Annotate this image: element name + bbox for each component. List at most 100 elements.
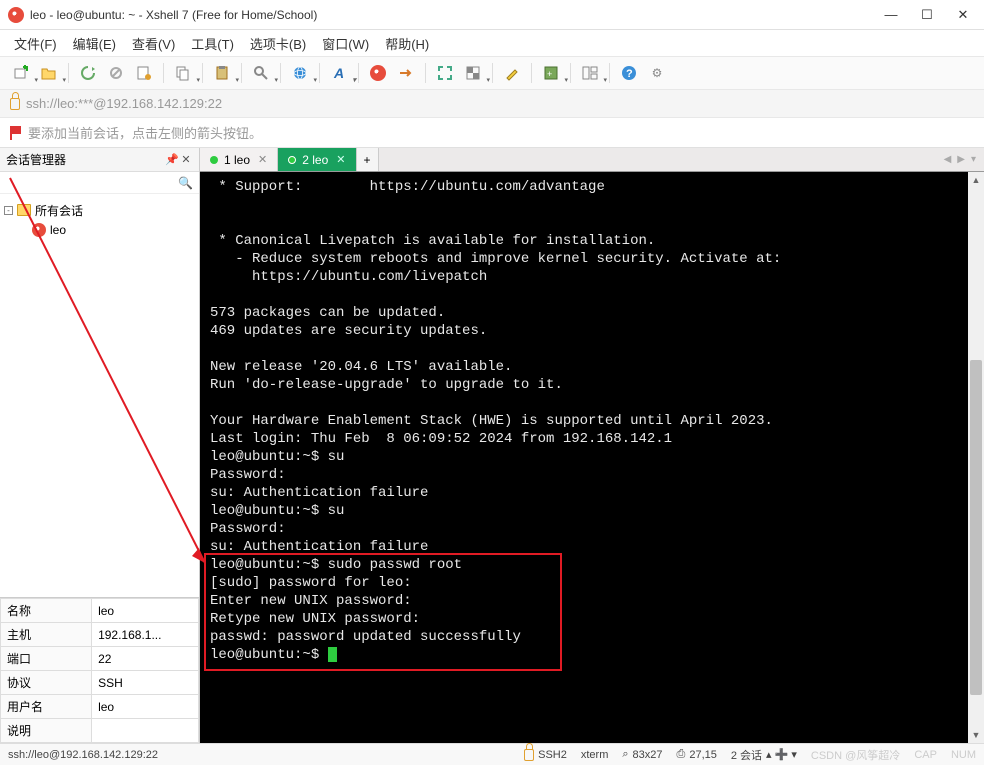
menu-window[interactable]: 窗口(W): [322, 34, 369, 53]
separator: [319, 63, 320, 83]
status-sessions: 2 会话 ▴ ➕ ▾: [731, 747, 797, 763]
title-bar: leo - leo@ubuntu: ~ - Xshell 7 (Free for…: [0, 0, 984, 30]
search-icon: 🔍: [178, 176, 193, 190]
separator: [492, 63, 493, 83]
hint-bar: 要添加当前会话，点击左侧的箭头按钮。: [0, 118, 984, 148]
separator: [531, 63, 532, 83]
separator: [280, 63, 281, 83]
separator: [609, 63, 610, 83]
separator: [570, 63, 571, 83]
prop-val: leo: [92, 695, 199, 719]
prop-row: 协议SSH: [1, 671, 199, 695]
prop-val: SSH: [92, 671, 199, 695]
svg-text:+: +: [547, 69, 552, 79]
session-tree: - 所有会话 leo: [0, 194, 199, 597]
pin-button[interactable]: 📌: [165, 153, 179, 166]
menu-help[interactable]: 帮助(H): [385, 34, 429, 53]
copy-button[interactable]: [172, 62, 194, 84]
tab-1[interactable]: 1 leo ✕: [200, 148, 278, 171]
separator: [68, 63, 69, 83]
tab-close-icon[interactable]: ✕: [258, 153, 267, 166]
session-manager-panel: 会话管理器 📌 ✕ 🔍 - 所有会话 leo 名称leo 主机192.168.1…: [0, 148, 200, 743]
prop-key: 说明: [1, 719, 92, 743]
tree-root-label: 所有会话: [35, 202, 83, 219]
tab-2[interactable]: 2 leo ✕: [278, 148, 356, 171]
minimize-button[interactable]: —: [884, 8, 898, 22]
tree-root[interactable]: - 所有会话: [4, 200, 195, 220]
help-button[interactable]: ?: [618, 62, 640, 84]
fullscreen-button[interactable]: [434, 62, 456, 84]
paste-button[interactable]: [211, 62, 233, 84]
xftp-button[interactable]: [395, 62, 417, 84]
font-button[interactable]: A: [328, 62, 350, 84]
tab-nav: ◀ ▶ ▾: [936, 148, 984, 171]
scroll-track[interactable]: [968, 188, 984, 727]
terminal[interactable]: * Support: https://ubuntu.com/advantage …: [200, 172, 984, 743]
settings-icon[interactable]: ⚙: [646, 62, 668, 84]
scrollbar[interactable]: ▲ ▼: [968, 172, 984, 743]
main-area: 1 leo ✕ 2 leo ✕ + ◀ ▶ ▾ * Support: https…: [200, 148, 984, 743]
reconnect-button[interactable]: [77, 62, 99, 84]
tab-strip: 1 leo ✕ 2 leo ✕ + ◀ ▶ ▾: [200, 148, 984, 172]
tree-item[interactable]: leo: [4, 220, 195, 240]
scroll-up-button[interactable]: ▲: [968, 172, 984, 188]
menu-file[interactable]: 文件(F): [14, 34, 57, 53]
close-button[interactable]: ✕: [956, 8, 970, 22]
tab-next-button[interactable]: ▶: [957, 154, 965, 165]
lock-icon: [10, 98, 20, 110]
scroll-down-button[interactable]: ▼: [968, 727, 984, 743]
tree-item-label: leo: [50, 223, 66, 237]
open-button[interactable]: [38, 62, 60, 84]
separator: [425, 63, 426, 83]
session-manager-title: 会话管理器: [6, 151, 165, 168]
find-button[interactable]: [250, 62, 272, 84]
properties-button[interactable]: [133, 62, 155, 84]
address-bar[interactable]: ssh://leo:***@192.168.142.129:22: [0, 90, 984, 118]
tab-label: 2 leo: [302, 153, 328, 167]
session-manager-header: 会话管理器 📌 ✕: [0, 148, 199, 172]
disconnect-button[interactable]: [105, 62, 127, 84]
prop-val: [92, 719, 199, 743]
collapse-icon[interactable]: -: [4, 206, 13, 215]
tab-prev-button[interactable]: ◀: [944, 154, 952, 165]
separator: [202, 63, 203, 83]
session-properties: 名称leo 主机192.168.1... 端口22 协议SSH 用户名leo 说…: [0, 597, 199, 743]
globe-button[interactable]: [289, 62, 311, 84]
tab-menu-button[interactable]: ▾: [971, 154, 976, 165]
prop-key: 协议: [1, 671, 92, 695]
watermark: CSDN @风筝超冷: [811, 747, 900, 763]
status-num: NUM: [951, 749, 976, 761]
prop-val: 22: [92, 647, 199, 671]
session-icon: [32, 223, 46, 237]
menu-bar: 文件(F) 编辑(E) 查看(V) 工具(T) 选项卡(B) 窗口(W) 帮助(…: [0, 30, 984, 56]
status-connection: ssh://leo@192.168.142.129:22: [8, 749, 158, 761]
close-panel-button[interactable]: ✕: [179, 153, 193, 166]
session-search[interactable]: 🔍: [0, 172, 199, 194]
status-pos: ⎙ 27,15: [677, 748, 717, 761]
status-bar: ssh://leo@192.168.142.129:22 SSH2 xterm …: [0, 743, 984, 765]
menu-edit[interactable]: 编辑(E): [73, 34, 116, 53]
prop-key: 用户名: [1, 695, 92, 719]
new-session-button[interactable]: [10, 62, 32, 84]
tab-close-icon[interactable]: ✕: [336, 153, 345, 166]
prop-val: leo: [92, 599, 199, 623]
layout-button[interactable]: [579, 62, 601, 84]
prop-row: 端口22: [1, 647, 199, 671]
svg-text:?: ?: [626, 68, 633, 80]
menu-view[interactable]: 查看(V): [132, 34, 175, 53]
script-button[interactable]: +: [540, 62, 562, 84]
menu-tools[interactable]: 工具(T): [191, 34, 234, 53]
xagent-button[interactable]: [367, 62, 389, 84]
highlight-button[interactable]: [501, 62, 523, 84]
status-cap: CAP: [914, 749, 937, 761]
tab-add-button[interactable]: +: [357, 148, 379, 171]
menu-tab[interactable]: 选项卡(B): [250, 34, 306, 53]
prop-key: 名称: [1, 599, 92, 623]
separator: [241, 63, 242, 83]
transparency-button[interactable]: [462, 62, 484, 84]
prop-row: 主机192.168.1...: [1, 623, 199, 647]
maximize-button[interactable]: ☐: [920, 8, 934, 22]
scroll-thumb[interactable]: [970, 360, 982, 694]
prop-row: 用户名leo: [1, 695, 199, 719]
toolbar: A + ? ⚙: [0, 56, 984, 90]
